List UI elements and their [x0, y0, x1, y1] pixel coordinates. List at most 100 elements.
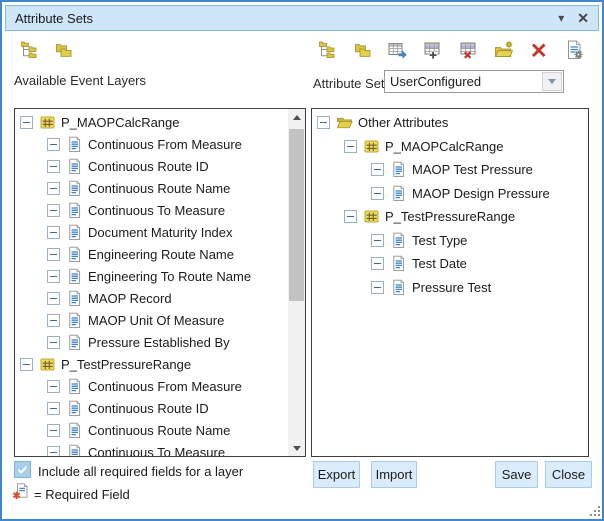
- tree-item[interactable]: Document Maturity Index: [15, 221, 305, 243]
- collapse-expander-icon[interactable]: [47, 336, 60, 349]
- collapse-expander-icon[interactable]: [47, 292, 60, 305]
- tree-item-label: Test Type: [412, 233, 467, 248]
- dialog-title: Attribute Sets: [15, 11, 93, 26]
- tree-item-label: Pressure Established By: [88, 335, 230, 350]
- close-button[interactable]: Close: [545, 461, 592, 488]
- tree-item[interactable]: Pressure Established By: [15, 331, 305, 353]
- attribute-set-select[interactable]: UserConfigured: [384, 70, 564, 93]
- collapse-expander-icon[interactable]: [47, 182, 60, 195]
- expand-event-layers-button[interactable]: [18, 39, 42, 61]
- tree-item[interactable]: Test Date: [312, 252, 588, 276]
- tree-item[interactable]: P_TestPressureRange: [15, 353, 305, 375]
- attribute-set-toolbar: [316, 39, 586, 61]
- save-button[interactable]: Save: [495, 461, 538, 488]
- tree-item[interactable]: Engineering Route Name: [15, 243, 305, 265]
- tree-item-label: MAOP Unit Of Measure: [88, 313, 224, 328]
- tree-item[interactable]: P_MAOPCalcRange: [312, 135, 588, 159]
- required-field-icon: [12, 483, 30, 501]
- collapse-expander-icon[interactable]: [20, 116, 33, 129]
- export-button[interactable]: Export: [313, 461, 360, 488]
- dock-menu-icon[interactable]: ▾: [558, 12, 564, 24]
- include-required-fields-checkbox[interactable]: [14, 461, 31, 478]
- collapse-expander-icon[interactable]: [47, 204, 60, 217]
- tree-item-label: Continuous Route ID: [88, 159, 209, 174]
- tree-item[interactable]: Continuous To Measure: [15, 199, 305, 221]
- field-doc-icon: [66, 158, 83, 175]
- collapse-expander-icon[interactable]: [371, 187, 384, 200]
- tree-item[interactable]: Engineering To Route Name: [15, 265, 305, 287]
- table-arrow-icon: [388, 40, 408, 60]
- tree-item[interactable]: Test Type: [312, 229, 588, 253]
- collapse-expander-icon[interactable]: [344, 210, 357, 223]
- tree-item-label: P_TestPressureRange: [61, 357, 191, 372]
- collapse-expander-icon[interactable]: [47, 226, 60, 239]
- collapse-expander-icon[interactable]: [47, 138, 60, 151]
- scroll-down-icon[interactable]: [288, 440, 305, 456]
- add-event-layer-button[interactable]: [386, 39, 410, 61]
- tree-item[interactable]: Continuous Route Name: [15, 177, 305, 199]
- resize-grip[interactable]: [589, 505, 601, 517]
- titlebar[interactable]: Attribute Sets ▾ ✕: [5, 5, 599, 31]
- field-doc-icon: [66, 400, 83, 417]
- tree-item[interactable]: Pressure Test: [312, 276, 588, 300]
- tree-item-label: P_MAOPCalcRange: [385, 139, 504, 154]
- tree-item[interactable]: P_TestPressureRange: [312, 205, 588, 229]
- tree-item-label: Document Maturity Index: [88, 225, 233, 240]
- dropdown-button[interactable]: [542, 72, 562, 91]
- tree-item[interactable]: MAOP Design Pressure: [312, 182, 588, 206]
- collapse-expander-icon[interactable]: [47, 270, 60, 283]
- tree-item[interactable]: MAOP Record: [15, 287, 305, 309]
- tree-item[interactable]: Continuous Route ID: [15, 397, 305, 419]
- tree-item-label: Pressure Test: [412, 280, 491, 295]
- tree-item[interactable]: Other Attributes: [312, 111, 588, 135]
- close-icon[interactable]: ✕: [577, 11, 589, 25]
- tree-item[interactable]: Continuous Route ID: [15, 155, 305, 177]
- collapse-expander-icon[interactable]: [47, 160, 60, 173]
- collapse-event-layers-button[interactable]: [52, 39, 76, 61]
- tree-item-label: MAOP Record: [88, 291, 172, 306]
- collapse-expander-icon[interactable]: [47, 424, 60, 437]
- tree-item-label: Continuous From Measure: [88, 137, 242, 152]
- scrollbar-thumb[interactable]: [289, 129, 304, 301]
- tree-item[interactable]: Continuous Route Name: [15, 419, 305, 441]
- event-layer-icon: [363, 208, 380, 225]
- expand-attribute-set-button[interactable]: [316, 39, 340, 61]
- vertical-scrollbar[interactable]: [288, 109, 305, 456]
- tree-folders-icon: [318, 40, 338, 60]
- collapse-expander-icon[interactable]: [47, 402, 60, 415]
- collapse-attribute-set-button[interactable]: [351, 39, 375, 61]
- collapse-expander-icon[interactable]: [47, 446, 60, 458]
- table-plus-icon: [423, 40, 443, 60]
- attribute-set-panel: Other Attributes P_MAOPCalcRange MAOP Te…: [311, 108, 589, 457]
- collapse-expander-icon[interactable]: [371, 281, 384, 294]
- collapse-expander-icon[interactable]: [371, 234, 384, 247]
- collapse-expander-icon[interactable]: [20, 358, 33, 371]
- field-doc-icon: [66, 290, 83, 307]
- field-doc-icon: [66, 246, 83, 263]
- tree-item-label: Continuous Route Name: [88, 181, 230, 196]
- tree-item[interactable]: P_MAOPCalcRange: [15, 111, 305, 133]
- tree-item[interactable]: Continuous From Measure: [15, 375, 305, 397]
- delete-attribute-set-button[interactable]: [527, 39, 551, 61]
- collapse-expander-icon[interactable]: [47, 248, 60, 261]
- collapse-expander-icon[interactable]: [47, 380, 60, 393]
- tree-item[interactable]: MAOP Test Pressure: [312, 158, 588, 182]
- tree-item[interactable]: Continuous From Measure: [15, 133, 305, 155]
- collapse-expander-icon[interactable]: [317, 116, 330, 129]
- new-attribute-set-button[interactable]: [492, 39, 516, 61]
- remove-field-button[interactable]: [457, 39, 481, 61]
- attribute-set-value: UserConfigured: [385, 74, 541, 89]
- collapse-expander-icon[interactable]: [47, 314, 60, 327]
- table-x-icon: [459, 40, 479, 60]
- scroll-up-icon[interactable]: [288, 109, 305, 125]
- field-doc-icon: [66, 378, 83, 395]
- collapse-expander-icon[interactable]: [371, 257, 384, 270]
- import-button[interactable]: Import: [371, 461, 417, 488]
- collapse-expander-icon[interactable]: [344, 140, 357, 153]
- tree-item[interactable]: MAOP Unit Of Measure: [15, 309, 305, 331]
- add-field-button[interactable]: [421, 39, 445, 61]
- tree-item[interactable]: Continuous To Measure: [15, 441, 305, 457]
- attribute-set-properties-button[interactable]: [562, 39, 586, 61]
- collapse-expander-icon[interactable]: [371, 163, 384, 176]
- tree-item-label: MAOP Test Pressure: [412, 162, 533, 177]
